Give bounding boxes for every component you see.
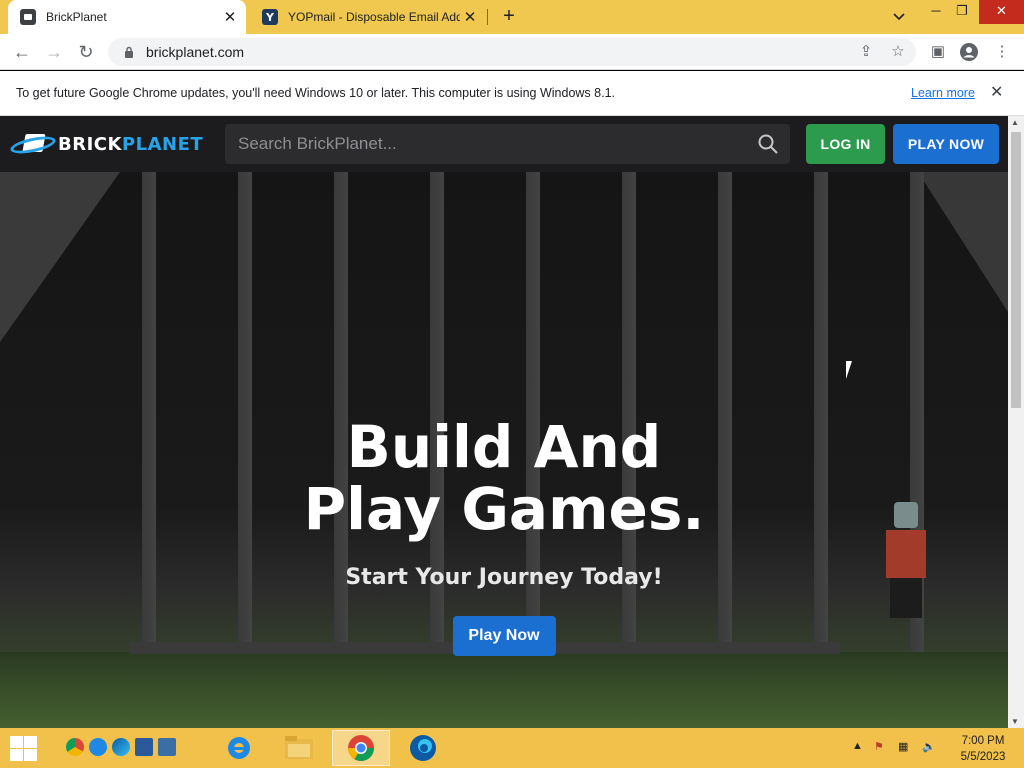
share-icon[interactable]: ⇪ — [854, 38, 878, 66]
planet-logo-icon — [9, 132, 57, 157]
play-now-hero-button[interactable]: Play Now — [452, 616, 556, 656]
tab-title: YOPmail - Disposable Email Address — [288, 10, 460, 24]
windows-taskbar: ▲ ⚑ ▦ 🔈 7:00 PM 5/5/2023 — [0, 728, 1024, 768]
close-tab-icon[interactable]: ✕ — [460, 8, 480, 26]
brickplanet-logo[interactable]: BRICKPLANET — [9, 132, 204, 157]
file-explorer-taskbar-icon[interactable] — [270, 730, 328, 766]
back-icon[interactable]: ← — [8, 38, 36, 66]
window-close-icon[interactable]: ✕ — [979, 0, 1024, 24]
site-navbar: BRICKPLANET LOG IN PLAY NOW — [0, 116, 1008, 172]
tray-overflow-icon[interactable]: ▲ — [852, 740, 863, 752]
infobar-close-icon[interactable]: ✕ — [990, 82, 1003, 102]
chrome-taskbar-icon[interactable] — [332, 730, 390, 766]
brickplanet-favicon-icon — [20, 9, 36, 25]
menu-kebab-icon[interactable]: ⋮ — [990, 38, 1014, 66]
site-search — [225, 124, 790, 164]
network-tray-icon[interactable]: ▦ — [898, 740, 908, 753]
browser-toolbar: ← → ↻ brickplanet.com ⇪ ☆ ▣ ⋮ — [0, 34, 1024, 70]
search-icon[interactable] — [758, 134, 778, 154]
hero-title: Build And Play Games. — [303, 413, 705, 543]
network-quicklaunch-icon[interactable] — [158, 738, 176, 756]
edge-taskbar-icon[interactable] — [394, 730, 452, 766]
close-tab-icon[interactable]: ✕ — [220, 8, 240, 26]
ie-quicklaunch-icon[interactable] — [89, 738, 107, 756]
yopmail-favicon-icon: Y — [262, 9, 278, 25]
address-bar[interactable]: brickplanet.com — [108, 38, 916, 66]
mouse-cursor-icon — [846, 361, 858, 379]
web-page: BRICKPLANET LOG IN PLAY NOW Build And Pl… — [0, 116, 1008, 728]
url-text: brickplanet.com — [146, 44, 245, 60]
tab-strip: BrickPlanet ✕ Y YOPmail - Disposable Ema… — [0, 0, 1024, 34]
scrollbar-thumb[interactable] — [1011, 132, 1021, 408]
computer-quicklaunch-icon[interactable] — [135, 738, 153, 756]
search-input[interactable] — [238, 134, 738, 154]
reload-icon[interactable]: ↻ — [72, 38, 100, 66]
new-tab-icon[interactable]: + — [498, 4, 520, 28]
page-scrollbar[interactable]: ▲ ▼ — [1008, 116, 1024, 728]
bookmark-star-icon[interactable]: ☆ — [886, 38, 910, 66]
scroll-down-icon[interactable]: ▼ — [1011, 717, 1019, 726]
lock-icon[interactable] — [120, 46, 138, 58]
tab-brickplanet[interactable]: BrickPlanet ✕ — [8, 0, 246, 34]
tab-yopmail[interactable]: Y YOPmail - Disposable Email Address ✕ — [250, 0, 486, 34]
update-infobar: To get future Google Chrome updates, you… — [0, 71, 1024, 116]
login-button[interactable]: LOG IN — [806, 124, 885, 164]
play-now-nav-button[interactable]: PLAY NOW — [893, 124, 999, 164]
hero-section: Build And Play Games. Start Your Journey… — [0, 416, 1008, 656]
scene-floor — [0, 652, 1008, 728]
tab-search-chevron-icon[interactable] — [888, 6, 910, 28]
clock-time: 7:00 PM — [961, 735, 1005, 747]
internet-explorer-taskbar-icon[interactable] — [210, 730, 268, 766]
tab-divider — [487, 9, 488, 25]
learn-more-link[interactable]: Learn more — [911, 86, 975, 100]
windows-start-icon[interactable] — [8, 734, 38, 762]
infobar-message: To get future Google Chrome updates, you… — [16, 86, 615, 100]
side-panel-icon[interactable]: ▣ — [926, 38, 950, 66]
forward-icon[interactable]: → — [40, 38, 68, 66]
scroll-up-icon[interactable]: ▲ — [1011, 118, 1019, 127]
edge-quicklaunch-icon[interactable] — [112, 738, 130, 756]
profile-icon[interactable] — [957, 38, 981, 66]
action-center-flag-icon[interactable]: ⚑ — [874, 740, 884, 753]
clock-date: 5/5/2023 — [960, 751, 1006, 763]
hero-subtitle: Start Your Journey Today! — [345, 565, 663, 590]
logo-text-planet: PLANET — [121, 133, 204, 155]
tab-title: BrickPlanet — [46, 10, 107, 24]
restore-icon[interactable]: ❐ — [946, 0, 978, 24]
volume-muted-icon[interactable]: 🔈 — [922, 740, 936, 753]
chrome-quicklaunch-icon[interactable] — [66, 738, 84, 756]
taskbar-clock[interactable]: 7:00 PM 5/5/2023 — [948, 733, 1018, 765]
logo-text-brick: BRICK — [58, 133, 122, 155]
